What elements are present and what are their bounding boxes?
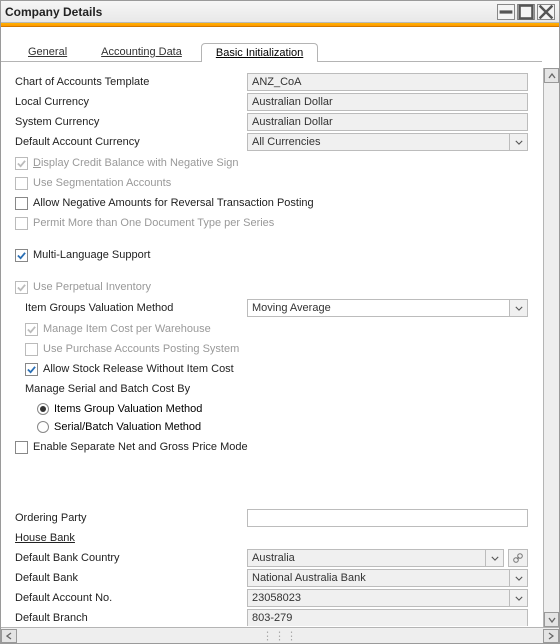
chevron-down-icon [486,549,504,567]
vscroll-track[interactable] [544,83,559,612]
system-currency-value[interactable]: Australian Dollar [247,113,528,131]
multi-language-checkbox[interactable] [15,249,28,262]
multi-language-label: Multi-Language Support [33,249,150,261]
tab-accounting-data[interactable]: Accounting Data [86,42,197,61]
scroll-left-button[interactable] [1,629,17,643]
default-account-currency-combo[interactable]: All Currencies [247,133,528,151]
system-currency-label: System Currency [15,116,247,128]
display-credit-checkbox [15,157,28,170]
scroll-right-button[interactable] [543,629,559,643]
default-account-currency-value: All Currencies [247,133,510,151]
minimize-button[interactable] [497,4,515,20]
default-bank-country-label: Default Bank Country [15,552,247,564]
link-icon[interactable] [508,549,528,567]
default-branch-label: Default Branch [15,612,247,624]
default-account-no-label: Default Account No. [15,592,247,604]
default-bank-country-combo[interactable]: Australia [247,549,504,567]
enable-separate-checkbox[interactable] [15,441,28,454]
chevron-down-icon [510,299,528,317]
chevron-down-icon [510,569,528,587]
permit-multi-doc-checkbox [15,217,28,230]
coa-template-value[interactable]: ANZ_CoA [247,73,528,91]
maximize-button[interactable] [517,4,535,20]
use-perpetual-checkbox [15,281,28,294]
spacer-bar [1,27,559,34]
scroll-grip-icon: ⋮⋮⋮ [262,629,298,642]
default-account-no-combo[interactable]: 23058023 [247,589,528,607]
ordering-party-label: Ordering Party [15,512,247,524]
chevron-down-icon [510,589,528,607]
default-bank-combo[interactable]: National Australia Bank [247,569,528,587]
horizontal-scrollbar[interactable]: ⋮⋮⋮ [1,627,559,643]
items-group-radio-label: Items Group Valuation Method [54,403,202,415]
scroll-up-button[interactable] [544,68,559,83]
default-branch-value[interactable]: 803-279 [247,609,528,626]
vertical-scrollbar[interactable] [543,68,559,627]
local-currency-value[interactable]: Australian Dollar [247,93,528,111]
serial-batch-radio-label: Serial/Batch Valuation Method [54,421,201,433]
use-segmentation-checkbox [15,177,28,190]
use-segmentation-label: Use Segmentation Accounts [33,177,171,189]
default-bank-country-value: Australia [247,549,486,567]
display-credit-label: DDisplay Credit Balance with Negative Si… [33,157,238,169]
tab-general[interactable]: General [13,42,82,61]
item-groups-method-label: Item Groups Valuation Method [25,302,247,314]
permit-multi-doc-label: Permit More than One Document Type per S… [33,217,274,229]
allow-negative-checkbox[interactable] [15,197,28,210]
scroll-down-button[interactable] [544,612,559,627]
default-bank-label: Default Bank [15,572,247,584]
manage-serial-label: Manage Serial and Batch Cost By [25,383,190,395]
enable-separate-label: Enable Separate Net and Gross Price Mode [33,441,248,453]
items-group-radio[interactable] [37,403,49,415]
item-groups-method-value: Moving Average [247,299,510,317]
default-account-currency-label: Default Account Currency [15,136,247,148]
hscroll-track[interactable]: ⋮⋮⋮ [17,629,543,643]
manage-item-cost-label: Manage Item Cost per Warehouse [43,323,211,335]
allow-stock-release-label: Allow Stock Release Without Item Cost [43,363,234,375]
default-bank-value: National Australia Bank [247,569,510,587]
ordering-party-input[interactable] [247,509,528,527]
close-button[interactable] [537,4,555,20]
item-groups-method-combo[interactable]: Moving Average [247,299,528,317]
allow-negative-label: Allow Negative Amounts for Reversal Tran… [33,197,314,209]
use-purchase-acct-label: Use Purchase Accounts Posting System [43,343,239,355]
serial-batch-radio[interactable] [37,421,49,433]
house-bank-link[interactable]: House Bank [15,532,247,544]
coa-template-label: Chart of Accounts Template [15,76,247,88]
chevron-down-icon [510,133,528,151]
manage-item-cost-checkbox [25,323,38,336]
allow-stock-release-checkbox[interactable] [25,363,38,376]
use-purchase-acct-checkbox [25,343,38,356]
local-currency-label: Local Currency [15,96,247,108]
use-perpetual-label: Use Perpetual Inventory [33,281,151,293]
window-title: Company Details [5,5,495,19]
tab-basic-initialization[interactable]: Basic Initialization [201,43,318,62]
default-account-no-value: 23058023 [247,589,510,607]
